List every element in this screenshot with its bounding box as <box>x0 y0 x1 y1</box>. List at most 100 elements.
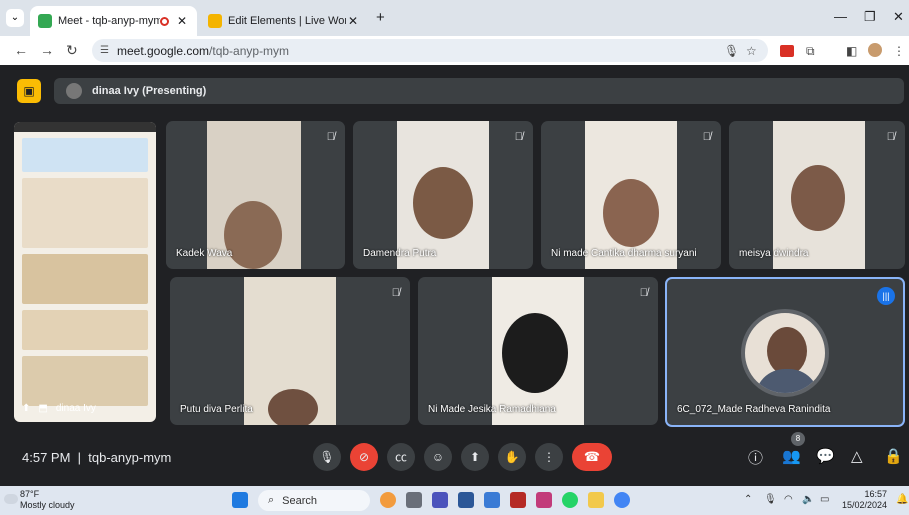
close-tab-icon[interactable]: ✕ <box>346 14 360 28</box>
site-info-icon[interactable]: ☰ <box>100 45 109 56</box>
participant-face <box>502 313 568 393</box>
url-path: /tqb-anyp-mym <box>209 43 290 58</box>
taskbar-search[interactable]: ⌕ Search <box>258 490 370 511</box>
presenting-bar: dinaa Ivy (Presenting) <box>54 78 904 104</box>
forward-icon[interactable]: → <box>40 42 54 58</box>
present-button[interactable]: ⬆ <box>461 443 489 471</box>
microphone-icon: 🎙 <box>319 450 335 464</box>
windows-taskbar: 87°F Mostly cloudy ⌕ Search ⌃ 🎙 ◠ 🔈 ▭ 16:… <box>0 486 909 515</box>
search-icon: ⌕ <box>268 494 275 506</box>
participant-tile[interactable]: 🎙̸ meisya dwindra <box>729 121 905 269</box>
presenter-tile-label: ⬆ ⬒ dinaa Ivy <box>22 403 96 414</box>
browser-tab-strip: ⌄ Meet - tqb-anyp-mym ✕ Edit Elements | … <box>0 0 909 36</box>
file-explorer-icon[interactable] <box>588 492 604 508</box>
restore-icon[interactable]: ❐ <box>864 9 876 25</box>
participant-name: Ni made Cantika dharma suryani <box>551 248 697 259</box>
host-controls-icon[interactable]: 🔒 <box>884 447 903 465</box>
present-screen-icon[interactable]: ⬒ <box>38 403 47 414</box>
tab-meet[interactable]: Meet - tqb-anyp-mym ✕ <box>30 6 197 36</box>
mic-off-icon: 🎙̸ <box>639 287 648 299</box>
screen-content-block <box>22 254 148 304</box>
photos-icon[interactable] <box>484 492 500 508</box>
volume-icon[interactable]: 🔈 <box>802 494 814 505</box>
reload-icon[interactable]: ↻ <box>66 42 78 59</box>
reactions-button[interactable]: ☺ <box>424 443 452 471</box>
meeting-info: 4:57 PM | tqb-anyp-mym <box>22 450 171 465</box>
people-count-badge: 8 <box>791 432 805 446</box>
screen-content-block <box>22 178 148 248</box>
meeting-details-icon[interactable]: ⓘ <box>748 447 763 468</box>
participant-face <box>224 201 282 269</box>
pin-icon[interactable]: ⬆ <box>22 403 30 414</box>
microphone-icon[interactable]: 🎙 <box>724 44 739 58</box>
participant-name: Damendra Putra <box>363 248 437 259</box>
live-worksheets-favicon-icon <box>208 14 222 28</box>
mic-off-icon: 🎙̸ <box>514 131 523 143</box>
close-window-icon[interactable]: ✕ <box>893 9 904 25</box>
meeting-time: 4:57 PM <box>22 450 71 465</box>
url-host: meet.google.com <box>116 43 210 58</box>
tab-search-icon[interactable]: ⌄ <box>6 9 24 27</box>
weather-widget[interactable]: 87°F Mostly cloudy <box>20 489 75 511</box>
meet-controls-bar: 4:57 PM | tqb-anyp-mym 🎙 ⊘ ㏄ ☺ ⬆ ✋ ⋮ ☎ ⓘ… <box>0 432 909 478</box>
recording-indicator-icon <box>160 16 169 26</box>
more-options-button[interactable]: ⋮ <box>535 443 563 471</box>
participant-tile-speaking[interactable]: ||| 6C_072_Made Radheva Ranindita <box>665 277 905 427</box>
side-panel-icon[interactable]: ◧ <box>846 44 857 58</box>
camera-off-button[interactable]: ⊘ <box>350 443 378 471</box>
meeting-code: tqb-anyp-mym <box>88 450 172 465</box>
tray-chevron-icon[interactable]: ⌃ <box>744 494 752 505</box>
wifi-icon[interactable]: ◠ <box>784 494 793 505</box>
raise-hand-button[interactable]: ✋ <box>498 443 526 471</box>
address-bar[interactable]: ☰ meet.google.com/tqb-anyp-mym <box>92 39 768 62</box>
taskbar-clock[interactable]: 16:57 15/02/2024 <box>842 489 887 511</box>
profile-avatar[interactable] <box>868 43 882 57</box>
participant-name: Ni Made Jesika Ramadhiana <box>428 404 556 415</box>
bookmark-star-icon[interactable]: ☆ <box>746 44 757 58</box>
participant-tile[interactable]: 🎙̸ Damendra Putra <box>353 121 533 269</box>
chat-icon[interactable]: 💬 <box>816 447 835 465</box>
tray-mic-icon[interactable]: 🎙 <box>764 494 777 505</box>
browser-toolbar: ← → ↻ ☰ meet.google.com/tqb-anyp-mym 🎙 ☆… <box>0 36 909 65</box>
presenter-avatar <box>66 83 82 99</box>
close-tab-icon[interactable]: ✕ <box>175 14 189 28</box>
participant-tile[interactable]: 🎙̸ Putu diva Perlita <box>170 277 410 425</box>
extensions-puzzle-icon[interactable]: ⧉ <box>806 44 815 59</box>
participant-tile[interactable]: 🎙̸ Ni made Cantika dharma suryani <box>541 121 721 269</box>
tab-live-worksheets[interactable]: Edit Elements | Live Worksheets ✕ <box>200 6 368 36</box>
participant-tile[interactable]: 🎙̸ Ni Made Jesika Ramadhiana <box>418 277 658 425</box>
participant-tile[interactable]: 🎙̸ Kadek Wava <box>166 121 345 269</box>
microphone-button[interactable]: 🎙 <box>313 443 341 471</box>
back-icon[interactable]: ← <box>14 42 28 58</box>
whatsapp-icon[interactable] <box>562 492 578 508</box>
presentation-icon[interactable]: ▣ <box>17 79 41 103</box>
participant-face <box>603 179 659 247</box>
teams-icon[interactable] <box>432 492 448 508</box>
shared-screen[interactable] <box>14 122 156 422</box>
minimize-icon[interactable]: — <box>834 9 847 24</box>
extension-icon[interactable] <box>780 45 794 57</box>
notification-bell-icon[interactable]: 🔔 <box>896 494 908 505</box>
clock-time: 16:57 <box>864 489 888 499</box>
app-icon[interactable] <box>536 492 552 508</box>
new-tab-icon[interactable]: + <box>376 9 385 26</box>
windows-start-icon[interactable] <box>232 492 248 508</box>
captions-button[interactable]: ㏄ <box>387 443 415 471</box>
copilot-icon[interactable] <box>380 492 396 508</box>
store-icon[interactable] <box>458 492 474 508</box>
activities-icon[interactable]: △ <box>851 447 863 465</box>
tab-title: Edit Elements | Live Worksheets <box>228 15 346 27</box>
app-icon[interactable] <box>510 492 526 508</box>
avatar-face <box>767 327 807 375</box>
more-menu-icon[interactable]: ⋮ <box>893 44 905 58</box>
weather-desc: Mostly cloudy <box>20 500 75 510</box>
screen-header-image <box>22 138 148 172</box>
avatar-shoulders <box>755 369 819 393</box>
battery-icon[interactable]: ▭ <box>820 494 829 505</box>
task-view-icon[interactable] <box>406 492 422 508</box>
chrome-icon[interactable] <box>614 492 630 508</box>
people-icon[interactable]: 👥 <box>782 447 801 465</box>
leave-call-button[interactable]: ☎ <box>572 443 612 471</box>
participant-name: Kadek Wava <box>176 248 233 259</box>
mic-off-icon: 🎙̸ <box>702 131 711 143</box>
